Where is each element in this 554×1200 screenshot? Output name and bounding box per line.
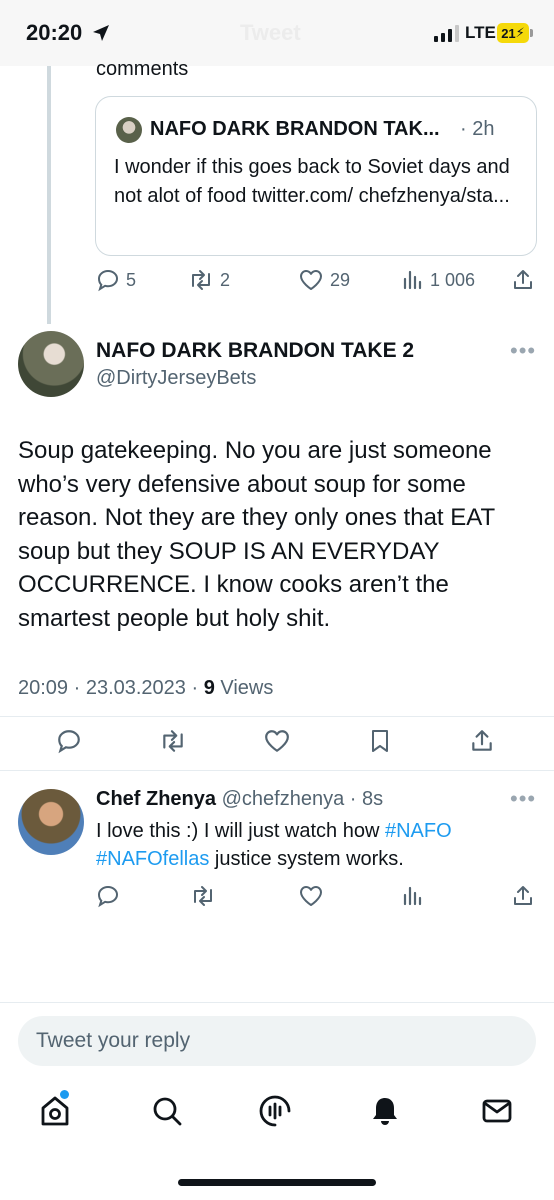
timestamp-text: 20:09 · 23.03.2023 · — [18, 677, 204, 699]
like-button[interactable] — [298, 884, 324, 908]
quoted-text: I wonder if this goes back to Soviet day… — [114, 156, 510, 207]
reply-author-name[interactable]: Chef Zhenya — [96, 788, 216, 810]
divider — [0, 770, 554, 771]
views-icon — [403, 886, 422, 906]
share-icon — [472, 730, 492, 751]
spaces-icon[interactable] — [258, 1094, 292, 1128]
share-button[interactable] — [512, 884, 534, 908]
views-button[interactable] — [402, 884, 424, 908]
bookmark-button[interactable] — [368, 728, 392, 754]
quoted-tweet[interactable]: NAFO DARK BRANDON TAK... · 2h I wonder i… — [95, 96, 537, 256]
author-name[interactable]: NAFO DARK BRANDON TAKE 2 — [96, 339, 414, 363]
notifications-icon[interactable] — [368, 1094, 402, 1128]
parent-tweet-text: comments — [96, 58, 189, 80]
reply-author-handle[interactable]: @chefzhenya — [216, 788, 345, 810]
messages-icon[interactable] — [480, 1094, 514, 1128]
reply-button[interactable] — [96, 884, 120, 908]
share-icon — [514, 886, 532, 905]
share-button[interactable] — [512, 268, 534, 292]
signal-icon — [434, 24, 459, 42]
reply-icon — [58, 730, 80, 754]
retweet-icon — [163, 730, 183, 752]
reply-icon — [97, 885, 119, 908]
battery-level: 21 — [501, 25, 516, 41]
home-indicator[interactable] — [178, 1179, 376, 1186]
quoted-author-name: NAFO DARK BRANDON TAK... — [150, 118, 440, 140]
reply-text-part: justice system works. — [209, 848, 404, 870]
reply-time: · 8s — [344, 788, 384, 810]
views-label: Views — [214, 677, 274, 699]
share-button[interactable] — [470, 728, 494, 754]
battery-icon: 21 ⚡ — [497, 23, 529, 43]
tweet-text: Soup gatekeeping. No you are just someon… — [18, 437, 495, 632]
avatar — [116, 117, 142, 143]
share-icon — [514, 270, 532, 289]
retweet-button[interactable]: 2 — [188, 268, 230, 292]
reply-count: 5 — [126, 269, 137, 290]
retweet-icon — [194, 886, 212, 906]
retweet-count: 2 — [220, 269, 231, 290]
avatar[interactable] — [18, 331, 84, 397]
like-icon — [300, 886, 322, 906]
more-options-icon[interactable]: ••• — [510, 338, 536, 364]
reply-text-part: I love this :) I will just watch how — [96, 820, 385, 842]
like-icon — [265, 730, 289, 752]
avatar[interactable] — [18, 789, 84, 855]
tweet-timestamp: 20:09 · 23.03.2023 · 9 Views — [18, 677, 273, 700]
like-icon — [300, 270, 322, 290]
views-count[interactable]: 9 — [204, 677, 215, 699]
hashtag-link[interactable]: #NAFOfellas — [96, 848, 209, 870]
network-label: LTE — [465, 23, 496, 42]
reply-button[interactable]: 5 — [96, 268, 136, 292]
reply-header: Chef Zhenya @chefzhenya · 8s — [96, 788, 383, 811]
views-button[interactable]: 1 006 — [402, 268, 475, 292]
author-handle[interactable]: @DirtyJerseyBets — [96, 367, 256, 390]
search-icon[interactable] — [150, 1094, 184, 1128]
home-icon[interactable] — [38, 1094, 72, 1128]
views-icon — [403, 270, 422, 290]
navigation-arrow-icon — [93, 25, 109, 41]
battery-nub — [530, 29, 533, 37]
header-title: Tweet — [240, 20, 301, 45]
retweet-icon — [192, 270, 210, 290]
like-button[interactable]: 29 — [298, 268, 350, 292]
reply-icon — [97, 269, 119, 292]
retweet-button[interactable] — [158, 728, 188, 754]
status-time: 20:20 — [26, 20, 83, 45]
reply-composer[interactable] — [18, 1016, 536, 1066]
notification-dot — [60, 1090, 69, 1099]
like-count: 29 — [330, 269, 351, 290]
more-options-icon[interactable]: ••• — [510, 786, 536, 812]
like-button[interactable] — [262, 728, 292, 754]
thread-line — [47, 66, 51, 324]
reply-button[interactable] — [55, 728, 83, 754]
quoted-time: · 2h — [460, 118, 495, 140]
divider — [0, 716, 554, 717]
divider — [0, 1002, 554, 1003]
views-count: 1 006 — [430, 269, 476, 290]
bookmark-icon — [372, 730, 388, 752]
hashtag-link[interactable]: #NAFO — [385, 820, 452, 842]
reply-input[interactable] — [18, 1016, 536, 1066]
status-bar: 20:20 Tweet LTE 21 ⚡ — [0, 0, 554, 66]
retweet-button[interactable] — [190, 884, 216, 908]
reply-text: I love this :) I will just watch how #NA… — [96, 817, 536, 873]
